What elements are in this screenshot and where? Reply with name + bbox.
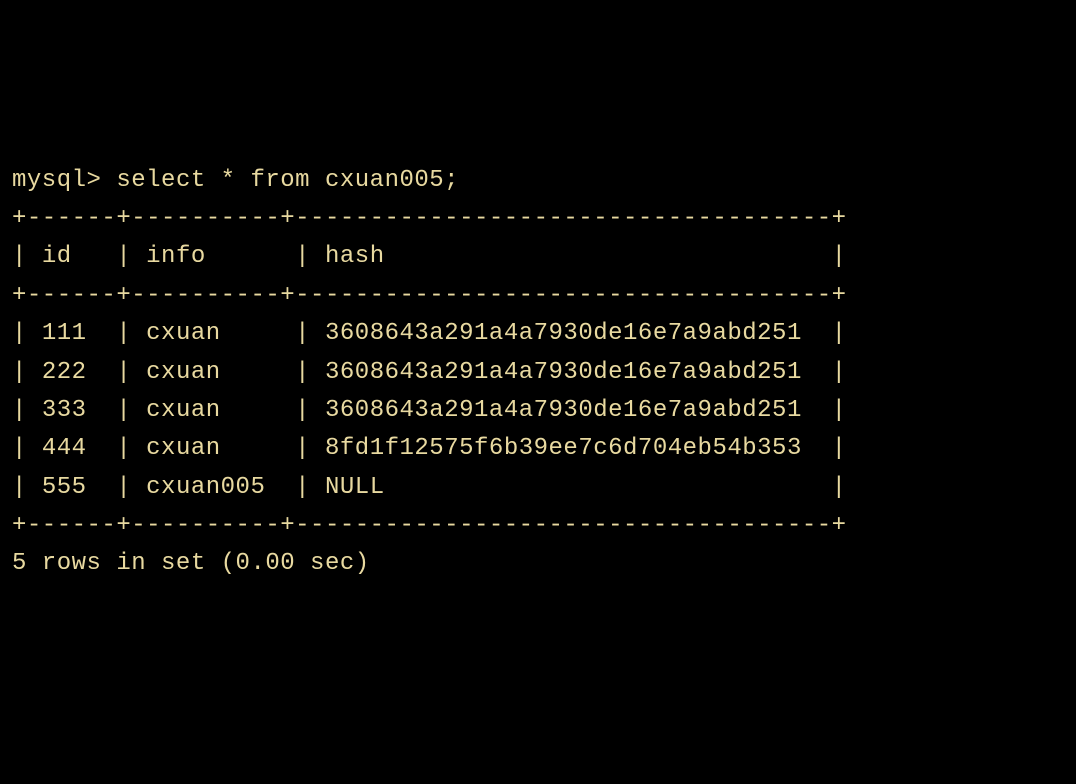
table-header-row: | id | info | hash | — [12, 243, 847, 270]
table-row: | 111 | cxuan | 3608643a291a4a7930de16e7… — [12, 320, 847, 347]
result-footer: 5 rows in set (0.00 sec) — [12, 550, 370, 577]
col-header-hash: hash — [325, 243, 832, 270]
sql-query: select * from cxuan005; — [116, 167, 459, 194]
col-header-info: info — [146, 243, 295, 270]
table-row: | 222 | cxuan | 3608643a291a4a7930de16e7… — [12, 359, 847, 386]
col-header-id: id — [42, 243, 117, 270]
table-border-mid: +------+----------+---------------------… — [12, 282, 847, 309]
table-border-bottom: +------+----------+---------------------… — [12, 512, 847, 539]
table-row: | 555 | cxuan005 | NULL | — [12, 474, 847, 501]
table-row: | 444 | cxuan | 8fd1f12575f6b39ee7c6d704… — [12, 435, 847, 462]
table-border-top: +------+----------+---------------------… — [12, 205, 847, 232]
table-row: | 333 | cxuan | 3608643a291a4a7930de16e7… — [12, 397, 847, 424]
terminal-output: mysql> select * from cxuan005; +------+-… — [12, 162, 1064, 584]
prompt: mysql> select * from cxuan005; — [12, 167, 459, 194]
